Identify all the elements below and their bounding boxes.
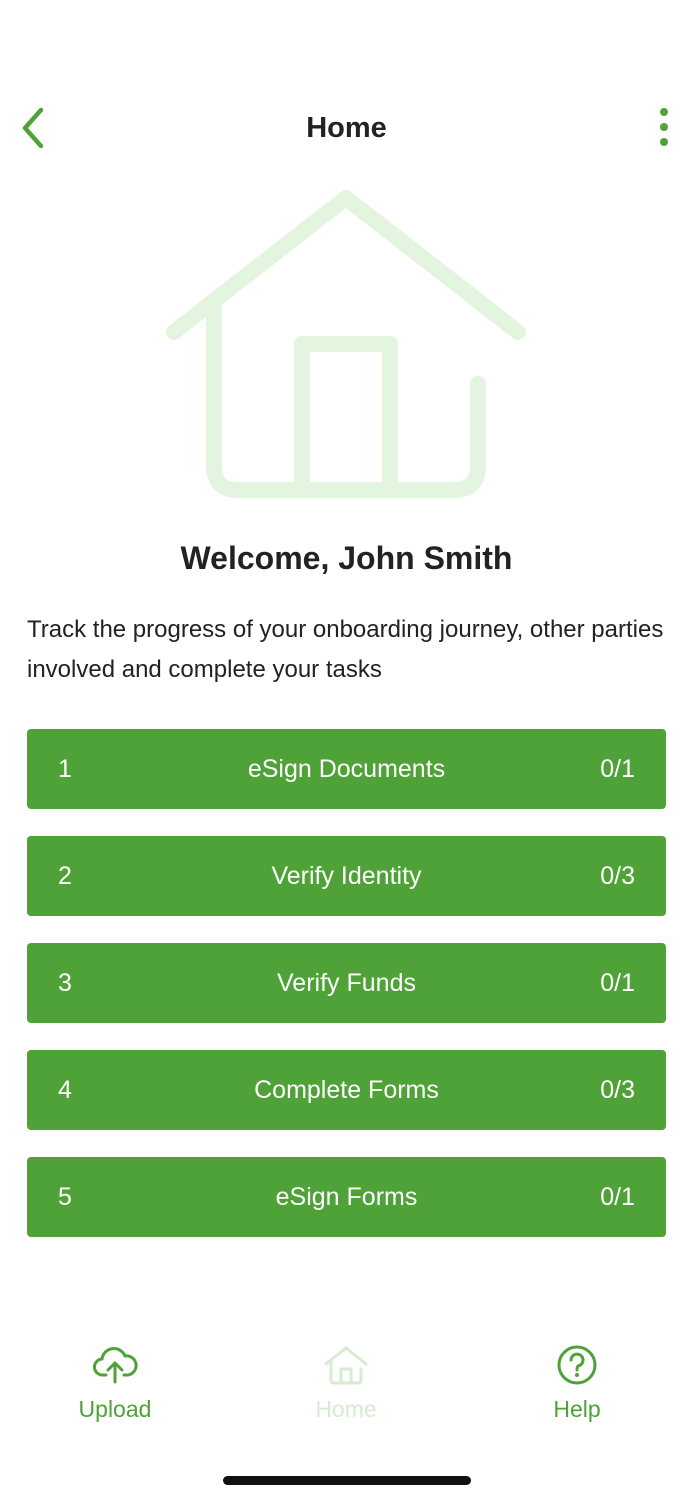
task-list: 1 eSign Documents 0/1 2 Verify Identity … — [27, 729, 666, 1264]
task-label: Verify Identity — [271, 862, 422, 890]
task-label: Verify Funds — [277, 969, 416, 997]
nav-help-label: Help — [553, 1396, 601, 1422]
page-title: Home — [306, 112, 387, 144]
welcome-description: Track the progress of your onboarding jo… — [27, 616, 664, 683]
cloud-upload-icon — [93, 1347, 138, 1384]
more-menu-button[interactable] — [649, 104, 679, 150]
task-verify-funds[interactable]: 3 Verify Funds 0/1 — [27, 943, 666, 1023]
nav-home[interactable]: Home — [266, 1342, 426, 1442]
help-circle-icon — [557, 1345, 597, 1385]
task-progress: 0/1 — [600, 969, 635, 997]
top-bar: Home — [0, 92, 693, 168]
task-progress: 0/1 — [600, 755, 635, 783]
welcome-heading: Welcome, John Smith — [180, 540, 513, 576]
task-esign-forms[interactable]: 5 eSign Forms 0/1 — [27, 1157, 666, 1237]
nav-home-label: Home — [315, 1396, 377, 1422]
nav-upload[interactable]: Upload — [35, 1342, 195, 1442]
task-label: eSign Forms — [275, 1183, 418, 1211]
house-illustration — [160, 184, 534, 506]
home-icon — [324, 1346, 368, 1385]
task-label: Complete Forms — [254, 1076, 439, 1104]
nav-upload-label: Upload — [78, 1396, 152, 1422]
task-esign-documents[interactable]: 1 eSign Documents 0/1 — [27, 729, 666, 809]
nav-help[interactable]: Help — [497, 1342, 657, 1442]
home-indicator — [223, 1476, 471, 1485]
task-verify-identity[interactable]: 2 Verify Identity 0/3 — [27, 836, 666, 916]
bottom-navigation: Upload Home Help — [0, 1330, 693, 1440]
task-progress: 0/3 — [600, 862, 635, 890]
task-progress: 0/1 — [600, 1183, 635, 1211]
task-complete-forms[interactable]: 4 Complete Forms 0/3 — [27, 1050, 666, 1130]
more-vertical-icon — [660, 108, 668, 146]
task-label: eSign Documents — [247, 755, 446, 783]
task-progress: 0/3 — [600, 1076, 635, 1104]
